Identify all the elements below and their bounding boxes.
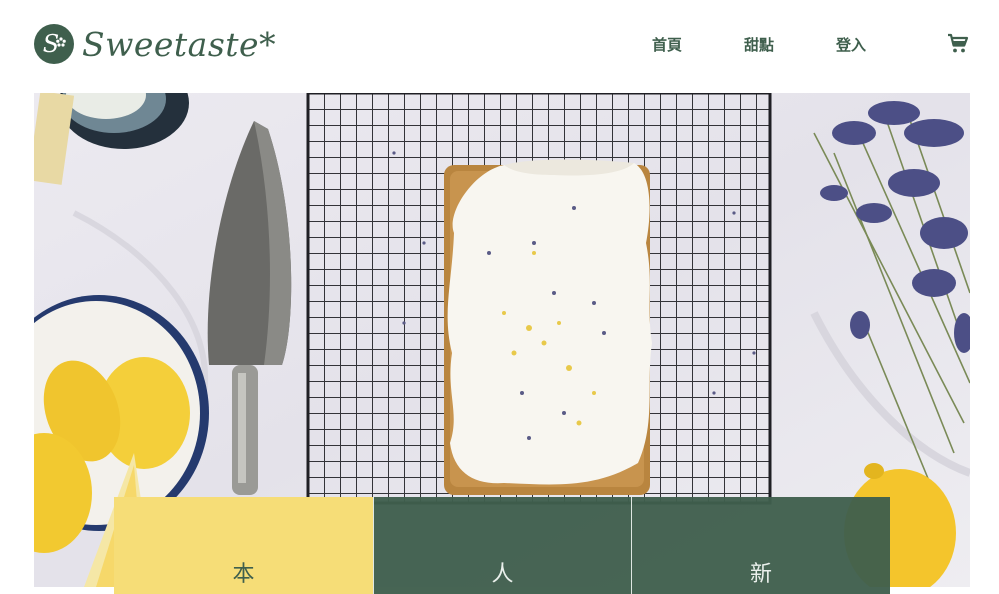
brand-logo[interactable]: S Sweetaste* — [34, 22, 276, 66]
feature-tile-1-label: 本 — [232, 562, 255, 587]
shopping-cart-icon[interactable] — [946, 32, 970, 56]
brand-mark-letter: S — [43, 30, 59, 58]
nav-item-login[interactable]: 登入 — [836, 34, 866, 56]
nav-item-home[interactable]: 首頁 — [652, 34, 682, 56]
brand-name: Sweetaste* — [82, 24, 277, 64]
feature-tile-3[interactable]: 新 — [631, 497, 890, 594]
feature-tile-2[interactable]: 人 — [373, 497, 631, 594]
feature-tile-3-label: 新 — [749, 562, 772, 587]
feature-tile-1[interactable]: 本 — [114, 497, 373, 594]
brand-mark-icon: S — [34, 24, 74, 64]
feature-tile-2-label: 人 — [491, 562, 514, 587]
site-header: S Sweetaste* 首頁 甜點 登入 — [0, 0, 999, 90]
nav-item-desserts[interactable]: 甜點 — [744, 34, 774, 56]
